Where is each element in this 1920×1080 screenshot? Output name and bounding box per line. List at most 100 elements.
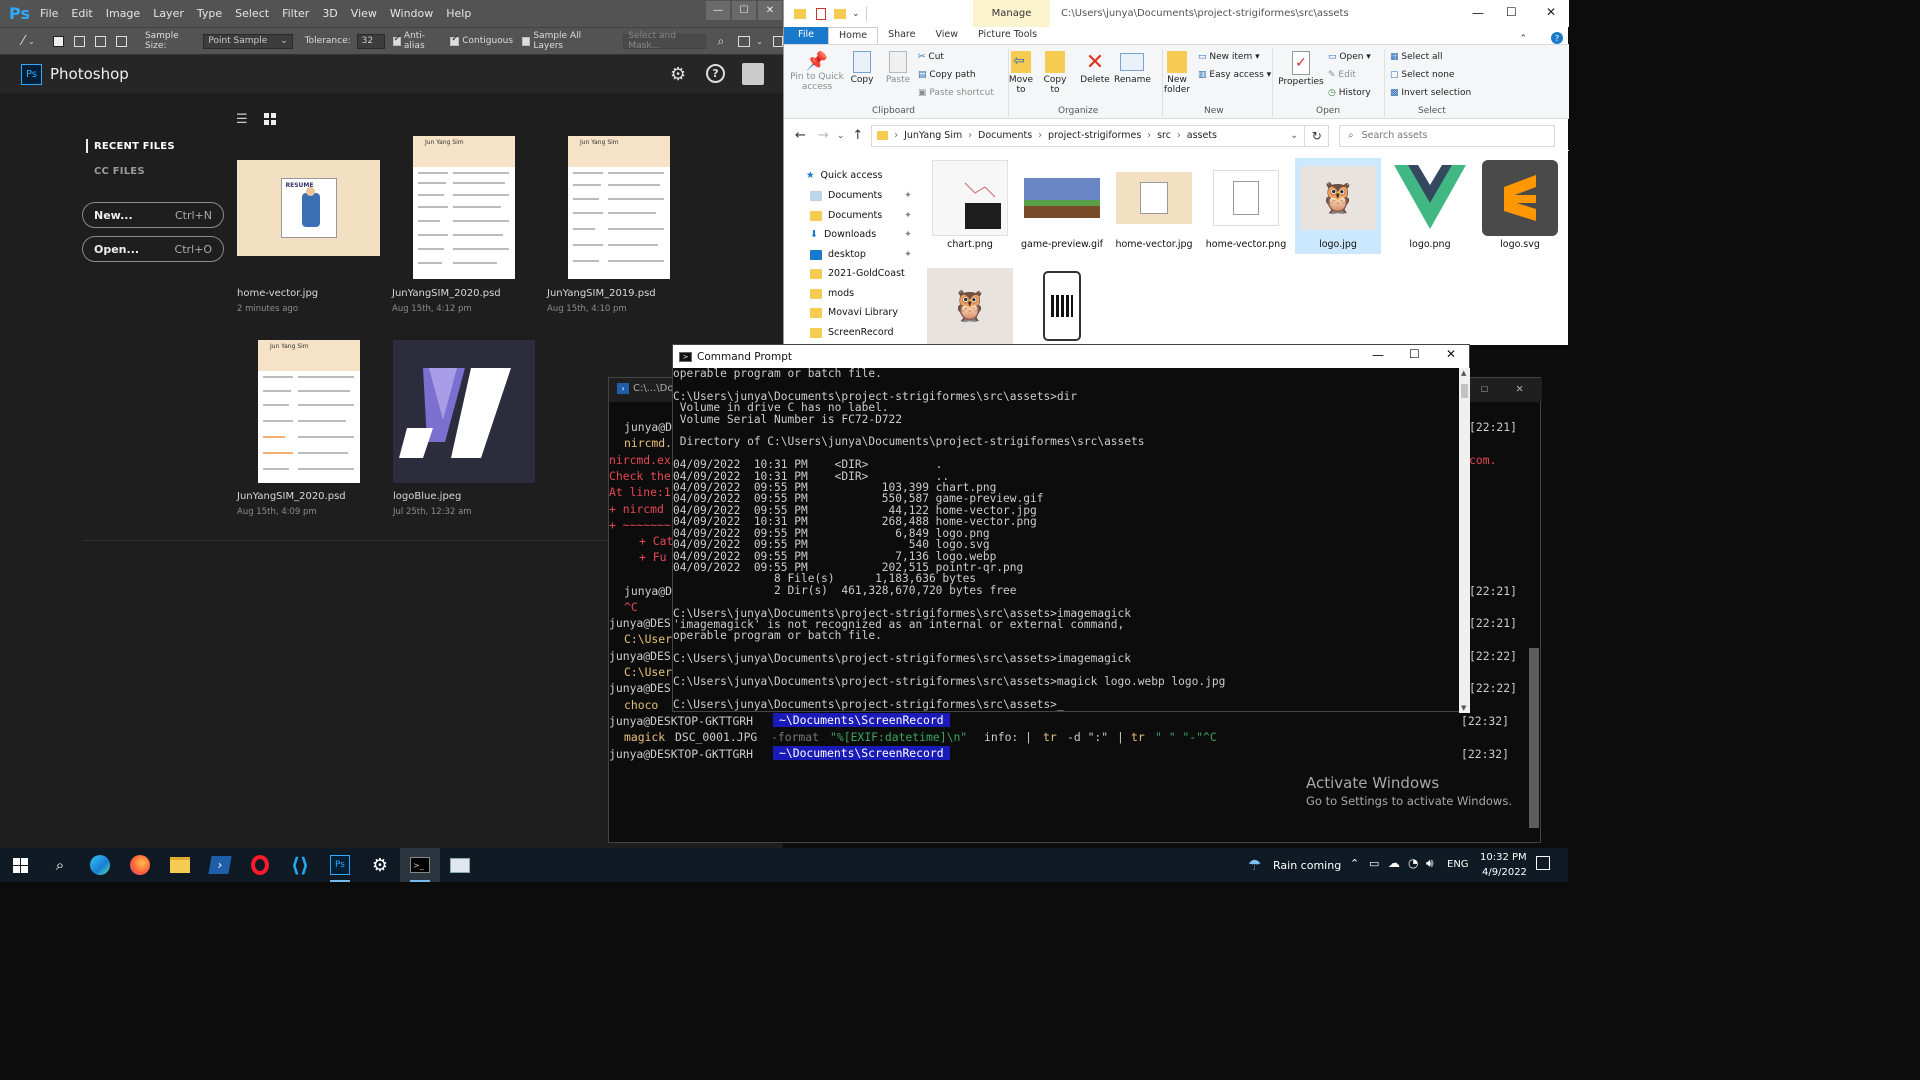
sample-size-select[interactable]: Point Sample ⌄ bbox=[203, 33, 293, 49]
paste-button[interactable]: Paste bbox=[882, 51, 914, 85]
workspace-icon[interactable] bbox=[738, 35, 751, 47]
chevron-down-icon[interactable]: ⌄ bbox=[1290, 130, 1298, 141]
edit-button[interactable]: ✎ Edit bbox=[1328, 70, 1356, 80]
chevron-down-icon[interactable]: ⌄ bbox=[837, 131, 845, 141]
sample-all-layers-checkbox[interactable]: Sample All Layers bbox=[522, 31, 605, 51]
open-button[interactable]: Open... Ctrl+O bbox=[82, 236, 224, 262]
file-tile[interactable]: game-preview.gif bbox=[1019, 160, 1105, 250]
menu-filter[interactable]: Filter bbox=[282, 7, 318, 20]
file-thumbnail[interactable]: Jun Yang Sim bbox=[568, 136, 670, 279]
chevron-down-icon[interactable]: ▼ bbox=[1461, 704, 1466, 712]
paste-shortcut-button[interactable]: ▣ Paste shortcut bbox=[918, 88, 994, 98]
maximize-button[interactable]: ☐ bbox=[1409, 347, 1420, 361]
file-tile[interactable] bbox=[1019, 268, 1105, 347]
file-tile[interactable]: logo.png bbox=[1387, 160, 1473, 250]
onedrive-cloud-icon[interactable]: ☁ bbox=[1388, 856, 1400, 870]
scrollbar-thumb[interactable] bbox=[1529, 648, 1539, 828]
chevron-down-icon[interactable]: ⌄ bbox=[28, 37, 35, 46]
tab-home[interactable]: Home bbox=[828, 27, 879, 44]
magic-wand-icon[interactable]: ⁄ bbox=[22, 34, 24, 49]
maximize-button[interactable]: ☐ bbox=[1481, 381, 1488, 395]
clock-date[interactable]: 4/9/2022 bbox=[1482, 867, 1527, 878]
search-button[interactable]: ⌕ bbox=[40, 848, 80, 882]
avatar[interactable] bbox=[742, 63, 764, 85]
copy-to-button[interactable]: Copy to bbox=[1040, 51, 1070, 95]
history-button[interactable]: ◷ History bbox=[1328, 88, 1371, 98]
file-thumbnail[interactable]: Jun Yang Sim bbox=[413, 136, 515, 279]
new-folder-icon[interactable] bbox=[834, 8, 846, 19]
taskbar-photoshop[interactable]: Ps bbox=[320, 848, 360, 882]
taskbar-settings[interactable]: ⚙ bbox=[360, 848, 400, 882]
chevron-up-icon[interactable]: ⌃ bbox=[1519, 34, 1527, 44]
properties-button[interactable]: ✓ Properties bbox=[1278, 51, 1324, 87]
subtract-selection-icon[interactable] bbox=[94, 35, 106, 47]
file-tile[interactable]: logo.svg bbox=[1477, 160, 1563, 250]
file-name[interactable]: logoBlue.jpeg bbox=[393, 491, 461, 502]
file-tile-selected[interactable]: 🦉 logo.jpg bbox=[1295, 158, 1381, 254]
nav-movavi[interactable]: Movavi Library bbox=[810, 307, 898, 318]
wifi-icon[interactable]: ◔ bbox=[1408, 856, 1418, 870]
menu-layer[interactable]: Layer bbox=[153, 7, 193, 20]
menu-3d[interactable]: 3D bbox=[322, 7, 346, 20]
refresh-icon[interactable]: ↻ bbox=[1305, 124, 1330, 147]
maximize-button[interactable]: ☐ bbox=[732, 1, 756, 20]
menu-file[interactable]: File bbox=[40, 7, 67, 20]
file-name[interactable]: home-vector.jpg bbox=[237, 288, 318, 299]
taskbar-opera[interactable] bbox=[240, 848, 280, 882]
nav-quick-access[interactable]: ★ Quick access bbox=[806, 170, 882, 181]
address-bar[interactable]: › JunYang Sim › Documents › project-stri… bbox=[871, 124, 1306, 147]
file-name[interactable]: JunYangSIM_2020.psd bbox=[237, 491, 346, 502]
breadcrumb-item[interactable]: src bbox=[1157, 130, 1171, 141]
forward-arrow-icon[interactable]: → bbox=[818, 128, 829, 143]
volume-icon[interactable]: 🔊︎ bbox=[1426, 856, 1434, 871]
chevron-up-icon[interactable]: ▲ bbox=[1461, 369, 1466, 377]
nav-documents-2[interactable]: Documents ✦ bbox=[810, 210, 912, 221]
menu-help[interactable]: Help bbox=[446, 7, 480, 20]
search-box[interactable]: ⌕ Search assets bbox=[1339, 124, 1556, 147]
cut-button[interactable]: ✂ Cut bbox=[918, 52, 944, 62]
menu-type[interactable]: Type bbox=[197, 7, 231, 20]
breadcrumb-item[interactable]: JunYang Sim bbox=[904, 130, 962, 141]
clock-time[interactable]: 10:32 PM bbox=[1480, 852, 1527, 863]
select-all-button[interactable]: ▦ Select all bbox=[1390, 52, 1443, 62]
menu-view[interactable]: View bbox=[351, 7, 386, 20]
new-item-button[interactable]: ▭ New item ▾ bbox=[1198, 52, 1260, 62]
tab-view[interactable]: View bbox=[925, 27, 968, 44]
add-selection-icon[interactable] bbox=[73, 35, 85, 47]
file-thumbnail[interactable]: RESUME bbox=[237, 160, 380, 256]
copy-path-button[interactable]: ▤ Copy path bbox=[918, 70, 976, 80]
file-thumbnail[interactable] bbox=[393, 340, 535, 483]
menu-window[interactable]: Window bbox=[390, 7, 442, 20]
tab-file[interactable]: File bbox=[784, 27, 828, 44]
file-tile[interactable]: home-vector.jpg bbox=[1111, 160, 1197, 250]
taskbar-remote[interactable] bbox=[440, 848, 480, 882]
up-arrow-icon[interactable]: ↑ bbox=[852, 128, 863, 143]
taskbar-explorer[interactable] bbox=[160, 848, 200, 882]
file-tile[interactable]: home-vector.png bbox=[1203, 160, 1289, 250]
close-button[interactable]: ✕ bbox=[1546, 5, 1556, 19]
scrollbar-thumb[interactable] bbox=[1461, 384, 1468, 398]
move-to-button[interactable]: ⇦ Move to bbox=[1006, 51, 1036, 95]
notification-icon[interactable] bbox=[1536, 856, 1550, 870]
select-and-mask-button[interactable]: Select and Mask... bbox=[623, 31, 706, 51]
taskbar-cmd[interactable]: >_ bbox=[400, 848, 440, 882]
search-icon[interactable]: ⌕ bbox=[718, 34, 725, 49]
taskbar-powershell[interactable]: › bbox=[200, 848, 240, 882]
cmd-scrollbar[interactable]: ▲ ▼ bbox=[1459, 368, 1470, 713]
help-icon[interactable]: ? bbox=[1551, 32, 1563, 44]
grid-view-icon[interactable] bbox=[264, 113, 276, 125]
taskbar-vscode[interactable]: ⟨⟩ bbox=[280, 848, 320, 882]
pin-quick-access-button[interactable]: 📌 Pin to Quick access bbox=[790, 51, 844, 92]
minimize-button[interactable]: — bbox=[1372, 348, 1384, 362]
select-none-button[interactable]: ▢ Select none bbox=[1390, 70, 1454, 80]
file-thumbnail[interactable]: Jun Yang Sim bbox=[258, 340, 360, 483]
cc-files-link[interactable]: CC FILES bbox=[94, 166, 145, 177]
chevron-down-icon[interactable]: ⌄ bbox=[852, 9, 860, 19]
menu-image[interactable]: Image bbox=[106, 7, 149, 20]
file-tile[interactable]: 🦉 bbox=[927, 268, 1013, 347]
menu-select[interactable]: Select bbox=[235, 7, 278, 20]
nav-goldcoast[interactable]: 2021-GoldCoast bbox=[810, 268, 905, 279]
gear-icon[interactable]: ⚙ bbox=[670, 64, 686, 85]
breadcrumb-item[interactable]: Documents bbox=[978, 130, 1032, 141]
menu-edit[interactable]: Edit bbox=[71, 7, 101, 20]
